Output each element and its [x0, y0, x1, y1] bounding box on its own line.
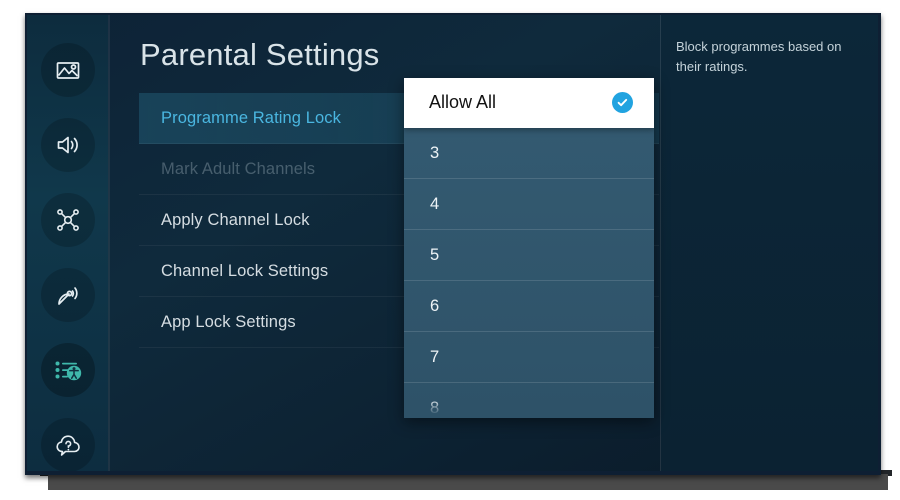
rating-option[interactable]: 6 — [404, 281, 654, 332]
rating-dropdown[interactable]: 3 4 5 6 7 8 Allow All — [404, 78, 654, 418]
help-text: Block programmes based on their ratings. — [676, 39, 842, 75]
sidebar-item-support[interactable] — [41, 418, 95, 471]
check-icon — [612, 92, 633, 113]
rating-option[interactable]: 8 — [404, 383, 654, 418]
rating-option[interactable]: 4 — [404, 179, 654, 230]
menu-item-label: Apply Channel Lock — [161, 210, 310, 229]
rating-option-selected-label: Allow All — [429, 92, 497, 112]
rating-option-label: 5 — [430, 245, 440, 264]
sidebar-item-connection[interactable] — [41, 193, 95, 247]
rating-option[interactable]: 7 — [404, 332, 654, 383]
settings-sidebar — [27, 15, 108, 471]
menu-item-label: App Lock Settings — [161, 312, 296, 331]
rating-option-selected[interactable]: Allow All — [404, 78, 654, 128]
tv-shell: Parental Settings Programme Rating Lock … — [0, 0, 900, 500]
rating-dropdown-options: 3 4 5 6 7 8 — [404, 128, 654, 418]
sound-icon — [54, 131, 82, 159]
tv-stand — [48, 474, 888, 490]
rating-option-label: 3 — [430, 143, 440, 162]
menu-item-label: Programme Rating Lock — [161, 108, 342, 127]
rating-option-label: 6 — [430, 296, 440, 315]
tv-screen: Parental Settings Programme Rating Lock … — [27, 15, 878, 471]
rating-option[interactable]: 5 — [404, 230, 654, 281]
sidebar-item-sound[interactable] — [41, 118, 95, 172]
menu-item-label: Channel Lock Settings — [161, 261, 329, 280]
rating-option[interactable]: 3 — [404, 128, 654, 179]
help-panel: Block programmes based on their ratings. — [661, 15, 878, 471]
sidebar-item-general-accessibility[interactable] — [41, 343, 95, 397]
general-accessibility-icon — [53, 356, 83, 384]
menu-item-label: Mark Adult Channels — [161, 159, 316, 178]
rating-option-label: 8 — [430, 398, 440, 417]
sidebar-divider — [108, 15, 110, 471]
page-title: Parental Settings — [140, 37, 380, 72]
help-divider — [660, 15, 661, 471]
rating-option-label: 7 — [430, 347, 440, 366]
rating-option-label: 4 — [430, 194, 440, 213]
support-icon — [54, 431, 83, 459]
connection-icon — [54, 206, 82, 234]
picture-icon — [54, 56, 82, 84]
broadcasting-icon — [54, 281, 82, 309]
sidebar-item-broadcasting[interactable] — [41, 268, 95, 322]
sidebar-item-picture[interactable] — [41, 43, 95, 97]
